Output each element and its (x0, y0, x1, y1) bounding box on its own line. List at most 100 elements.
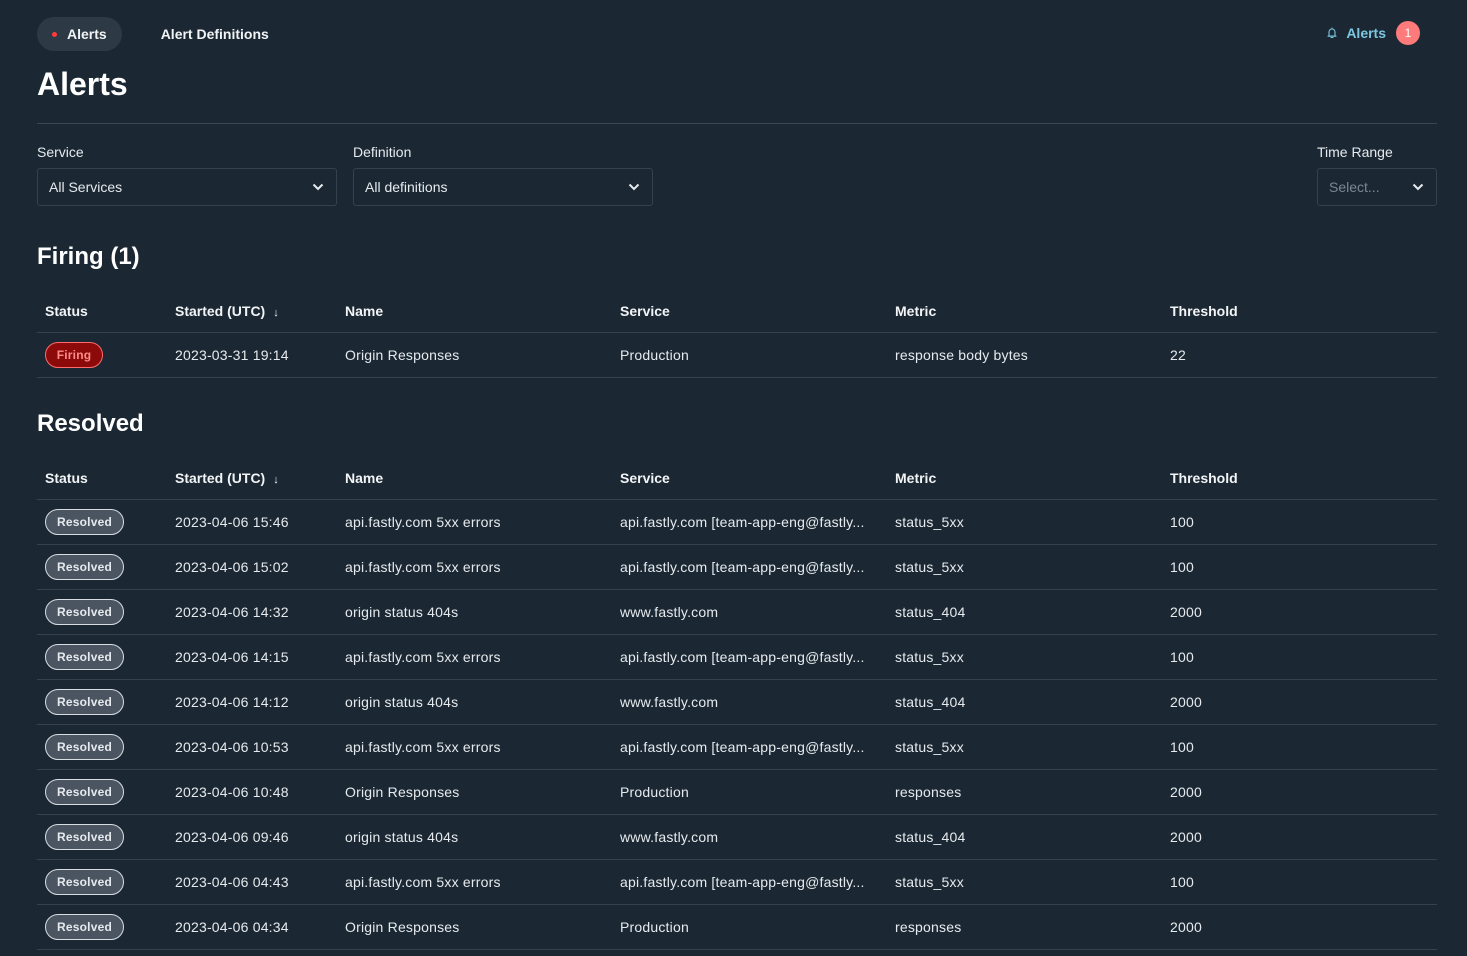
started-cell: 2023-04-06 04:34 (167, 904, 337, 950)
column-header-started[interactable]: Started (UTC) ↓ (167, 290, 337, 333)
started-cell: 2023-03-31 19:14 (167, 332, 337, 378)
metric-cell: status_5xx (887, 859, 1162, 905)
status-badge: Resolved (45, 868, 124, 895)
threshold-cell: 100 (1162, 499, 1437, 545)
status-cell: Resolved (37, 589, 167, 635)
table-header-row: Status Started (UTC) ↓ Name Service Metri… (37, 457, 1437, 500)
service-cell: www.fastly.com (612, 589, 887, 635)
service-cell: api.fastly.com [team-app-eng@fastly... (612, 544, 887, 590)
column-header-service[interactable]: Service (612, 290, 887, 333)
table-row[interactable]: Resolved 2023-04-06 14:12 origin status 40… (37, 679, 1437, 725)
table-row[interactable]: Resolved 2023-04-06 04:34 Origin Responses… (37, 904, 1437, 950)
table-row[interactable]: Resolved 2023-04-06 09:46 origin status 40… (37, 814, 1437, 860)
sort-descending-icon: ↓ (273, 473, 279, 486)
definition-select-value: All definitions (365, 179, 448, 195)
column-header-name[interactable]: Name (337, 457, 612, 500)
threshold-cell: 2000 (1162, 769, 1437, 815)
status-badge: Resolved (45, 823, 124, 850)
threshold-cell: 2000 (1162, 904, 1437, 950)
definition-filter-label: Definition (353, 144, 412, 160)
name-cell: origin status 404s (337, 814, 612, 860)
table-row[interactable]: Resolved 2023-04-06 10:53 api.fastly.com 5… (37, 724, 1437, 770)
table-row[interactable]: Resolved 2023-04-06 14:15 api.fastly.com 5… (37, 634, 1437, 680)
alerts-link[interactable]: Alerts 1 (1326, 21, 1420, 45)
column-header-status[interactable]: Status (37, 457, 167, 500)
started-cell: 2023-04-06 14:12 (167, 679, 337, 725)
name-cell: api.fastly.com 5xx errors (337, 634, 612, 680)
tab-alerts[interactable]: Alerts (37, 17, 122, 51)
table-row[interactable]: Resolved 2023-04-06 15:46 api.fastly.com 5… (37, 499, 1437, 545)
threshold-cell: 2000 (1162, 679, 1437, 725)
service-filter-label: Service (37, 144, 84, 160)
time-range-filter: Time Range Select... (1317, 143, 1437, 206)
firing-section-title: Firing (1) (37, 243, 140, 270)
chevron-down-icon (628, 183, 640, 191)
table-row[interactable]: Resolved 2023-04-06 14:32 origin status 40… (37, 589, 1437, 635)
metric-cell: responses (887, 904, 1162, 950)
started-cell: 2023-04-06 10:48 (167, 769, 337, 815)
name-cell: api.fastly.com 5xx errors (337, 499, 612, 545)
name-cell: origin status 404s (337, 589, 612, 635)
name-cell: api.fastly.com 5xx errors (337, 544, 612, 590)
table-row[interactable]: Resolved 2023-04-06 04:43 api.fastly.com 5… (37, 859, 1437, 905)
threshold-cell: 100 (1162, 634, 1437, 680)
tab-alerts-label: Alerts (67, 26, 107, 42)
status-cell: Firing (37, 332, 167, 378)
definition-filter: Definition All definitions (353, 143, 653, 206)
firing-table: Status Started (UTC) ↓ Name Service Metri… (37, 290, 1437, 378)
started-cell: 2023-04-06 10:53 (167, 724, 337, 770)
status-badge: Resolved (45, 913, 124, 940)
status-badge: Resolved (45, 553, 124, 580)
status-badge: Resolved (45, 598, 124, 625)
service-cell: Production (612, 904, 887, 950)
name-cell: Origin Responses (337, 332, 612, 378)
service-cell: Production (612, 769, 887, 815)
column-header-started-label: Started (UTC) (175, 302, 266, 319)
threshold-cell: 2000 (1162, 589, 1437, 635)
service-filter: Service All Services (37, 143, 337, 206)
threshold-cell: 100 (1162, 859, 1437, 905)
service-cell: api.fastly.com [team-app-eng@fastly... (612, 859, 887, 905)
time-range-select-placeholder: Select... (1329, 179, 1380, 195)
status-cell: Resolved (37, 814, 167, 860)
service-select-value: All Services (49, 179, 123, 195)
status-cell: Resolved (37, 859, 167, 905)
started-cell: 2023-04-06 15:46 (167, 499, 337, 545)
resolved-section-title: Resolved (37, 410, 144, 437)
alert-count-badge: 1 (1396, 21, 1420, 45)
status-badge: Firing (45, 341, 103, 368)
chevron-down-icon (1412, 183, 1424, 191)
service-cell: www.fastly.com (612, 679, 887, 725)
time-range-filter-label: Time Range (1317, 144, 1393, 160)
threshold-cell: 100 (1162, 724, 1437, 770)
table-row[interactable]: Resolved 2023-04-06 15:02 api.fastly.com 5… (37, 544, 1437, 590)
service-select[interactable]: All Services (37, 168, 337, 206)
tab-alert-definitions[interactable]: Alert Definitions (146, 17, 284, 51)
metric-cell: status_404 (887, 679, 1162, 725)
name-cell: api.fastly.com 5xx errors (337, 859, 612, 905)
column-header-status[interactable]: Status (37, 290, 167, 333)
active-dot-icon (52, 31, 57, 37)
started-cell: 2023-04-06 09:46 (167, 814, 337, 860)
column-header-threshold[interactable]: Threshold (1162, 290, 1437, 333)
bell-icon (1327, 27, 1337, 39)
top-nav: Alerts Alert Definitions (37, 17, 284, 51)
status-cell: Resolved (37, 499, 167, 545)
status-cell: Resolved (37, 634, 167, 680)
service-cell: api.fastly.com [team-app-eng@fastly... (612, 724, 887, 770)
name-cell: Origin Responses (337, 904, 612, 950)
column-header-service[interactable]: Service (612, 457, 887, 500)
definition-select[interactable]: All definitions (353, 168, 653, 206)
table-row[interactable]: Resolved 2023-04-06 10:48 Origin Responses… (37, 769, 1437, 815)
time-range-select[interactable]: Select... (1317, 168, 1437, 206)
status-cell: Resolved (37, 679, 167, 725)
service-cell: api.fastly.com [team-app-eng@fastly... (612, 499, 887, 545)
column-header-metric[interactable]: Metric (887, 457, 1162, 500)
column-header-metric[interactable]: Metric (887, 290, 1162, 333)
table-row[interactable]: Firing 2023-03-31 19:14 Origin Responses Pr… (37, 332, 1437, 378)
column-header-started[interactable]: Started (UTC) ↓ (167, 457, 337, 500)
column-header-name[interactable]: Name (337, 290, 612, 333)
status-cell: Resolved (37, 724, 167, 770)
name-cell: Origin Responses (337, 769, 612, 815)
column-header-threshold[interactable]: Threshold (1162, 457, 1437, 500)
